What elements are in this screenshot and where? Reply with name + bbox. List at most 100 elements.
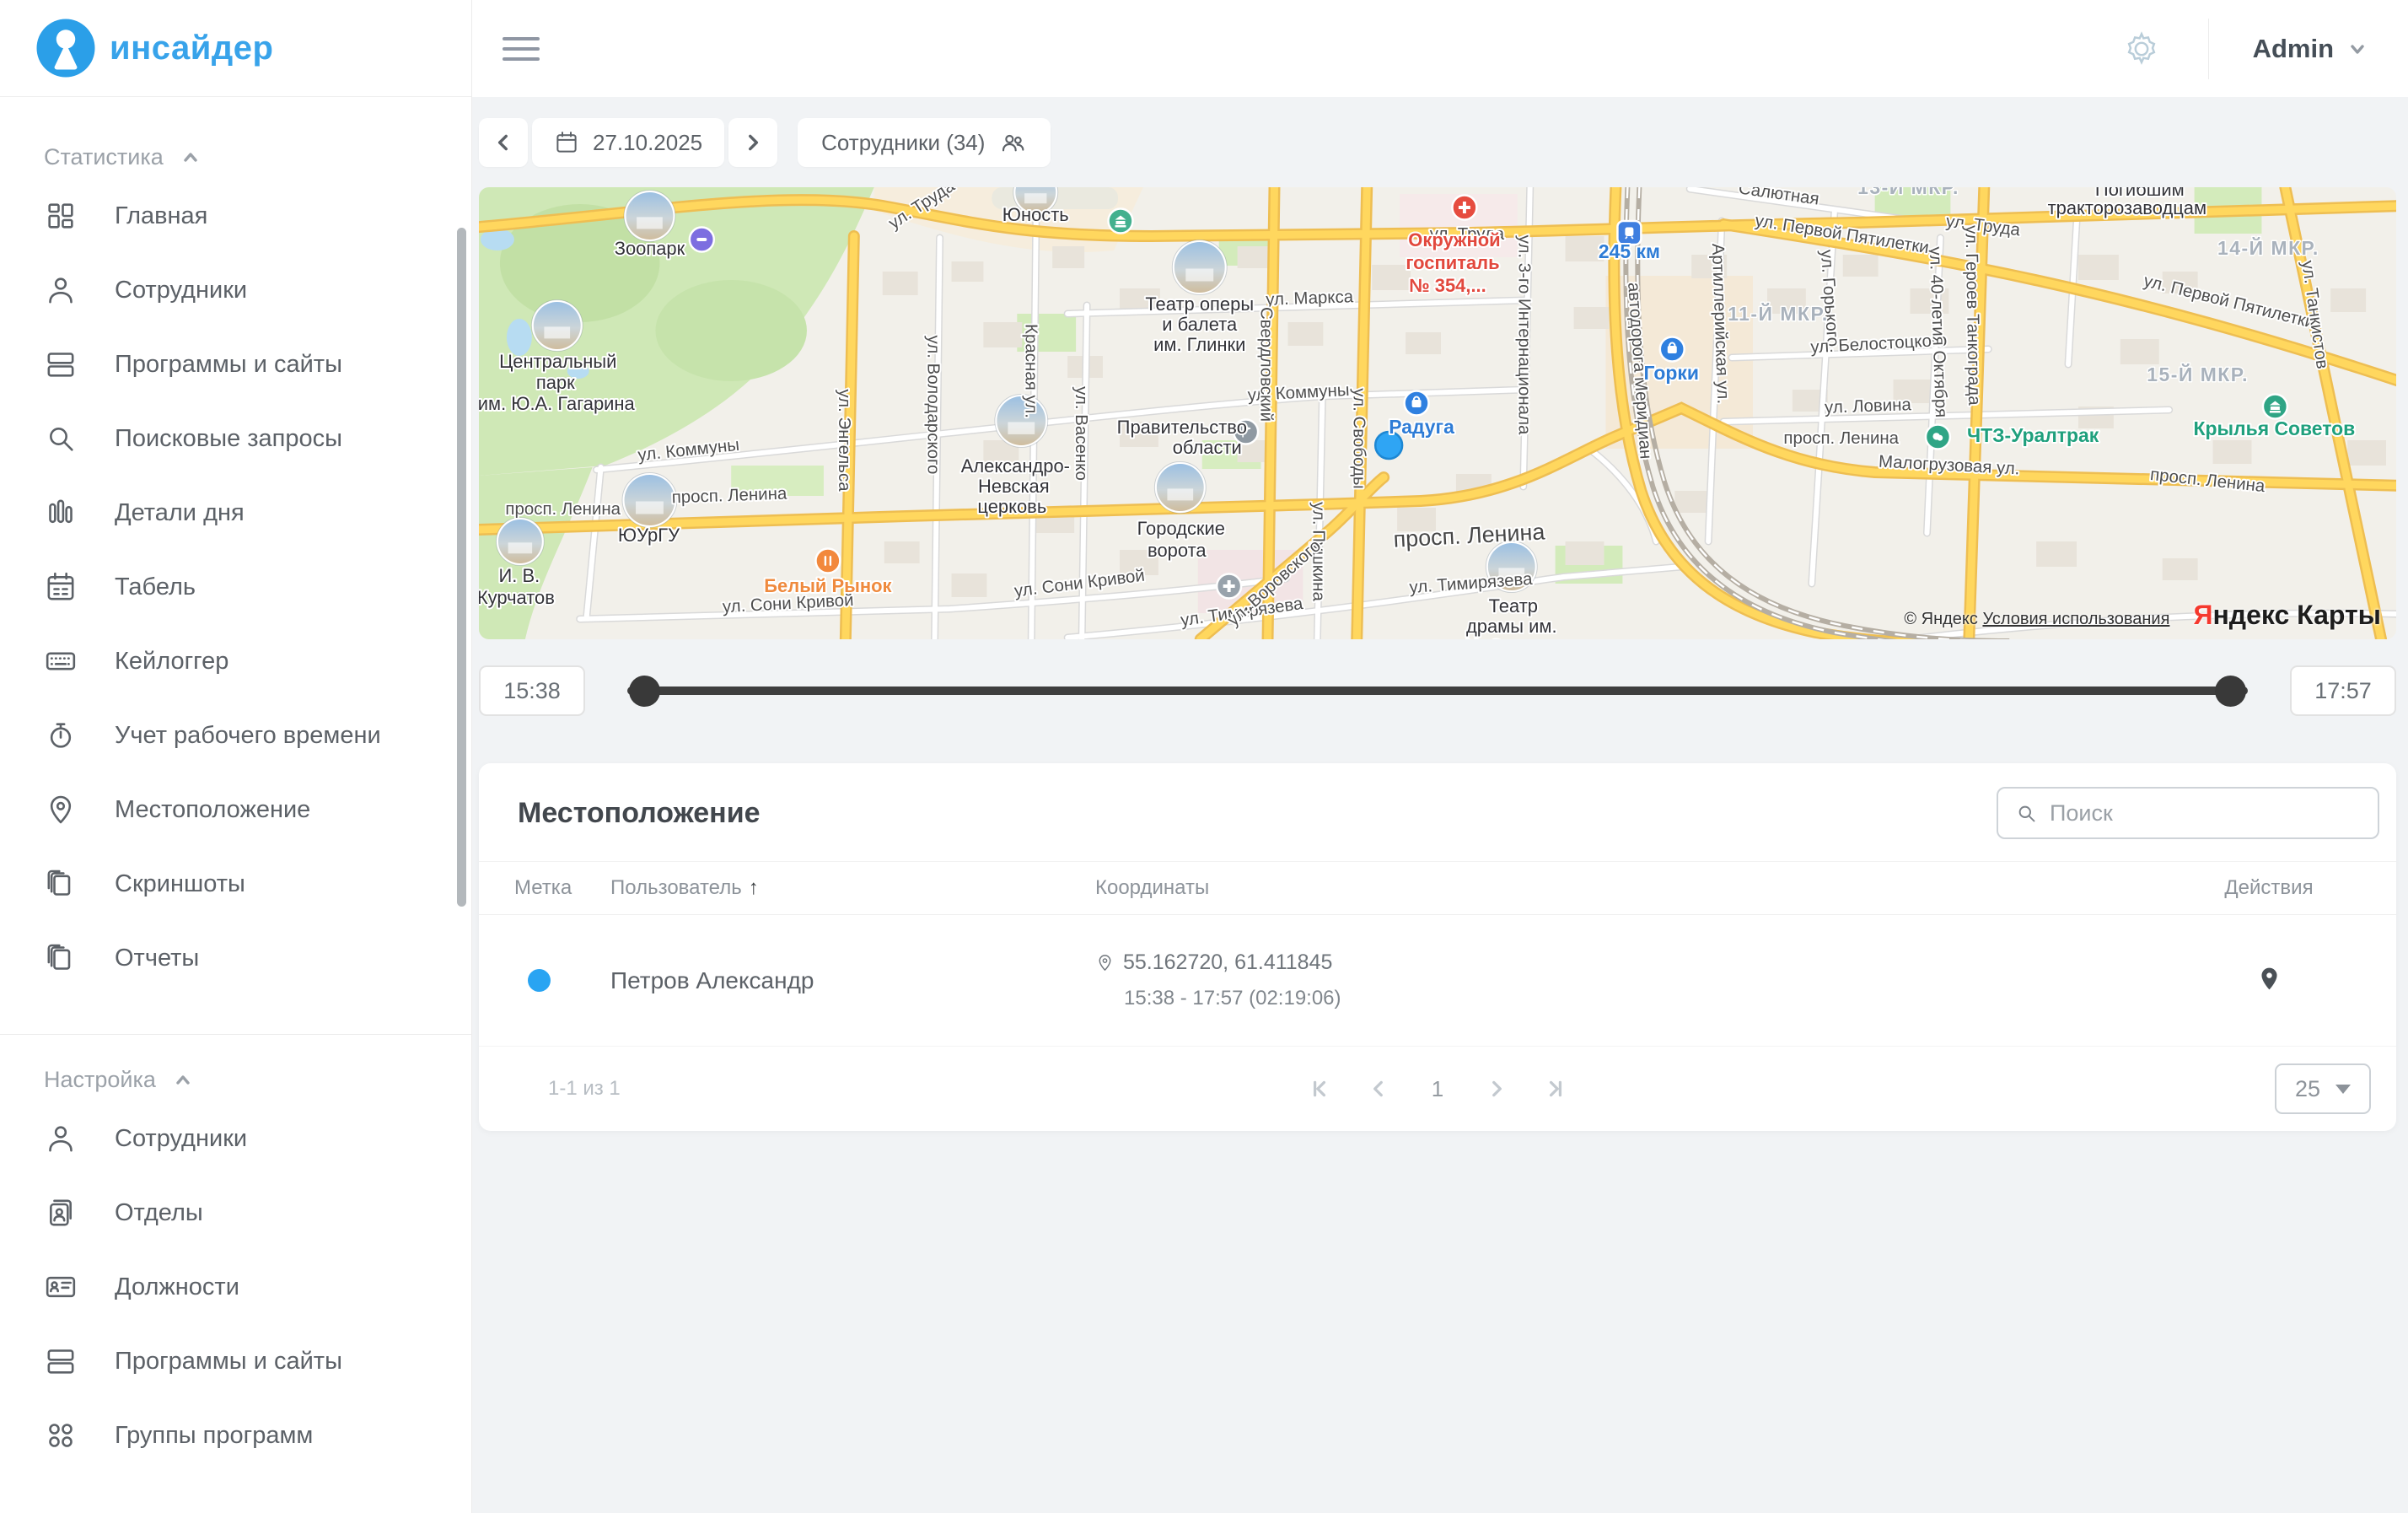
map-plus-icon[interactable] xyxy=(1452,196,1476,220)
map-poi-photo[interactable] xyxy=(624,191,675,242)
map-label: Невская xyxy=(978,476,1050,497)
keyboard-icon xyxy=(44,644,78,678)
sidebar-item[interactable]: Табель xyxy=(0,550,471,624)
map-label: Н. Орлова xyxy=(1465,636,1555,639)
employees-filter-button[interactable]: Сотрудники (34) xyxy=(798,118,1051,167)
time-range-slider: 15:38 17:57 xyxy=(479,665,2396,717)
idcard-icon xyxy=(44,1270,78,1304)
search-box[interactable] xyxy=(1997,787,2379,839)
page-size-select[interactable]: 25 xyxy=(2275,1063,2371,1114)
main-area: Admin 27.10.2025 Сотрудники (34) xyxy=(472,0,2408,1513)
map-label: им. Глинки xyxy=(1153,334,1245,355)
map-label: просп. Ленина xyxy=(671,484,787,508)
slider-track[interactable] xyxy=(627,665,2248,716)
map-bag-icon[interactable] xyxy=(1405,391,1429,416)
sidebar-section-toggle[interactable]: Настройка xyxy=(0,1035,471,1101)
sidebar-section-toggle[interactable]: Статистика xyxy=(0,112,471,179)
sidebar-item-label: Детали дня xyxy=(115,499,245,527)
sidebar-item[interactable]: Главная xyxy=(0,179,471,253)
sidebar-scrollbar[interactable] xyxy=(457,228,466,907)
sidebar-item[interactable]: Группы программ xyxy=(0,1398,471,1473)
sidebar-item[interactable]: Сотрудники xyxy=(0,253,471,327)
sidebar-item-label: Сотрудники xyxy=(115,277,247,304)
employees-filter-label: Сотрудники (34) xyxy=(821,130,985,156)
sidebar-item-label: Должности xyxy=(115,1273,239,1301)
sidebar-item-label: Программы и сайты xyxy=(115,351,342,379)
map-poi-photo[interactable] xyxy=(1154,462,1206,514)
sidebar-item[interactable]: Программы и сайты xyxy=(0,1324,471,1398)
sidebar-item[interactable]: Поисковые запросы xyxy=(0,401,471,476)
map-label: драмы им. xyxy=(1466,616,1557,637)
row-action-button[interactable] xyxy=(2223,966,2315,996)
time-start-input[interactable]: 15:38 xyxy=(479,665,585,716)
current-page: 1 xyxy=(1416,1076,1459,1102)
col-mark[interactable]: Метка xyxy=(514,876,610,900)
map-label: 245 км xyxy=(1599,240,1660,262)
sidebar-item[interactable]: Местоположение xyxy=(0,773,471,847)
sidebar-item[interactable]: Скриншоты xyxy=(0,847,471,921)
user-menu[interactable]: Admin xyxy=(2253,34,2368,64)
layers-icon xyxy=(44,941,78,975)
col-coords[interactable]: Координаты xyxy=(1095,876,2223,900)
sidebar-item[interactable]: Должности xyxy=(0,1250,471,1324)
slider-handle-start[interactable] xyxy=(629,676,660,707)
next-page-button[interactable] xyxy=(1475,1067,1518,1111)
map-label: ЮУрГУ xyxy=(618,525,680,546)
map-label: ул. Героев Танкограда xyxy=(1961,225,1984,407)
map-poi-photo[interactable] xyxy=(622,473,677,528)
slider-handle-end[interactable] xyxy=(2215,676,2246,707)
bars-icon xyxy=(44,496,78,530)
map-fork-icon[interactable] xyxy=(815,549,840,573)
sort-asc-icon: ↑ xyxy=(749,876,759,899)
map-poi-photo[interactable] xyxy=(1172,240,1227,295)
settings-gear-icon[interactable] xyxy=(2122,30,2161,68)
col-actions: Действия xyxy=(2223,876,2315,900)
date-picker-button[interactable]: 27.10.2025 xyxy=(532,118,724,167)
map-label: № 354,... xyxy=(1409,275,1486,296)
prev-page-button[interactable] xyxy=(1357,1067,1400,1111)
map-dash-icon[interactable] xyxy=(690,228,714,252)
row-user: Петров Александр xyxy=(610,967,1095,994)
sidebar-item[interactable]: Отделы xyxy=(0,1176,471,1250)
map-plus-icon[interactable] xyxy=(1217,574,1241,599)
sidebar-item[interactable]: Детали дня xyxy=(0,476,471,550)
sidebar-item[interactable]: Программы и сайты xyxy=(0,327,471,401)
prev-day-button[interactable] xyxy=(479,118,528,167)
chevron-up-icon xyxy=(173,1070,193,1090)
map-poi-photo[interactable] xyxy=(531,300,583,352)
table-row[interactable]: Петров Александр 55.162720, 61.411845 15… xyxy=(479,915,2396,1047)
chevron-right-icon xyxy=(1486,1078,1508,1100)
time-end-input[interactable]: 17:57 xyxy=(2290,665,2396,716)
circles-icon xyxy=(44,1419,78,1452)
map-label: ул. Свободы xyxy=(1349,388,1368,488)
first-page-icon xyxy=(1309,1078,1330,1100)
menu-toggle-icon[interactable] xyxy=(503,30,540,67)
map-bag-icon[interactable] xyxy=(1660,337,1685,362)
sidebar-item[interactable]: Учет рабочего времени xyxy=(0,698,471,773)
yandex-map[interactable]: ул. Трудаул. Трудаул. Трудаул. Коммуныул… xyxy=(479,187,2396,639)
next-day-button[interactable] xyxy=(728,118,777,167)
map-bank-icon[interactable] xyxy=(2263,395,2287,419)
sidebar-item[interactable]: Отчеты xyxy=(0,921,471,995)
search-input[interactable] xyxy=(2050,800,2378,826)
map-label: Курчатов xyxy=(479,587,555,608)
sidebar-item[interactable]: Кейлоггер xyxy=(0,624,471,698)
chevron-up-icon xyxy=(180,148,201,168)
last-page-button[interactable] xyxy=(1534,1067,1578,1111)
map-label: Городские xyxy=(1137,518,1225,539)
first-page-button[interactable] xyxy=(1298,1067,1341,1111)
page-size-value: 25 xyxy=(2295,1076,2320,1102)
sidebar-item-label: Местоположение xyxy=(115,796,310,824)
col-user[interactable]: Пользователь↑ xyxy=(610,876,1095,900)
map-label: Юность xyxy=(1002,204,1069,225)
sidebar-section-label: Настройка xyxy=(44,1067,156,1093)
brand-logo[interactable]: инсайдер xyxy=(0,0,471,97)
sidebar-item[interactable]: Сотрудники xyxy=(0,1101,471,1176)
map-mask-icon[interactable] xyxy=(1926,425,1950,450)
map-terms-link[interactable]: Условия использования xyxy=(1982,610,2169,628)
sidebar-item-label: Программы и сайты xyxy=(115,1348,342,1376)
pagination: 1-1 из 1 1 25 xyxy=(479,1047,2396,1131)
map-poi-photo[interactable] xyxy=(496,518,544,566)
chevron-down-icon xyxy=(2347,39,2368,59)
map-bank-icon[interactable] xyxy=(1109,209,1133,234)
